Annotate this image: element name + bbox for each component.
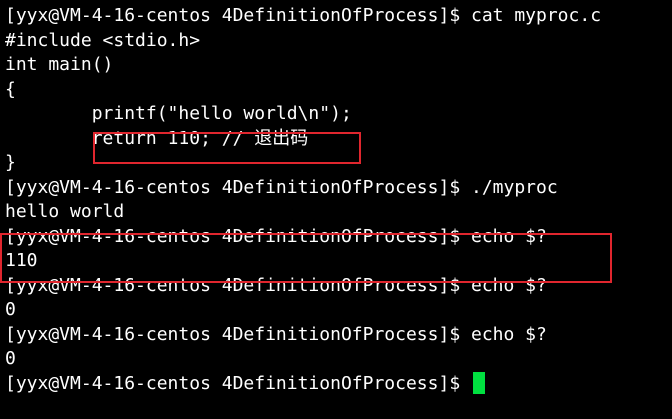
terminal-line: 110 <box>5 250 38 271</box>
terminal-line: [yyx@VM-4-16-centos 4DefinitionOfProcess… <box>5 5 602 26</box>
terminal-line: [yyx@VM-4-16-centos 4DefinitionOfProcess… <box>5 225 547 247</box>
terminal-line: [yyx@VM-4-16-centos 4DefinitionOfProcess… <box>5 323 547 345</box>
terminal-line: return 110; // 退出码 <box>5 127 309 149</box>
terminal-line: hello world <box>5 201 125 222</box>
terminal-prompt: [yyx@VM-4-16-centos 4DefinitionOfProcess… <box>5 372 471 394</box>
terminal-prompt-line[interactable]: [yyx@VM-4-16-centos 4DefinitionOfProcess… <box>5 371 672 397</box>
terminal-line: int main() <box>5 54 114 75</box>
terminal-line: #include <stdio.h> <box>5 29 201 51</box>
terminal-cursor <box>473 371 485 394</box>
terminal-line: 0 <box>5 348 16 369</box>
terminal-line: [yyx@VM-4-16-centos 4DefinitionOfProcess… <box>5 176 558 198</box>
terminal-line: } <box>5 152 16 173</box>
terminal-line: [yyx@VM-4-16-centos 4DefinitionOfProcess… <box>5 274 547 296</box>
terminal-line: 0 <box>5 299 16 320</box>
terminal-line: { <box>5 78 16 100</box>
terminal-window[interactable]: [yyx@VM-4-16-centos 4DefinitionOfProcess… <box>0 0 672 419</box>
terminal-line: printf("hello world\n"); <box>5 103 352 124</box>
